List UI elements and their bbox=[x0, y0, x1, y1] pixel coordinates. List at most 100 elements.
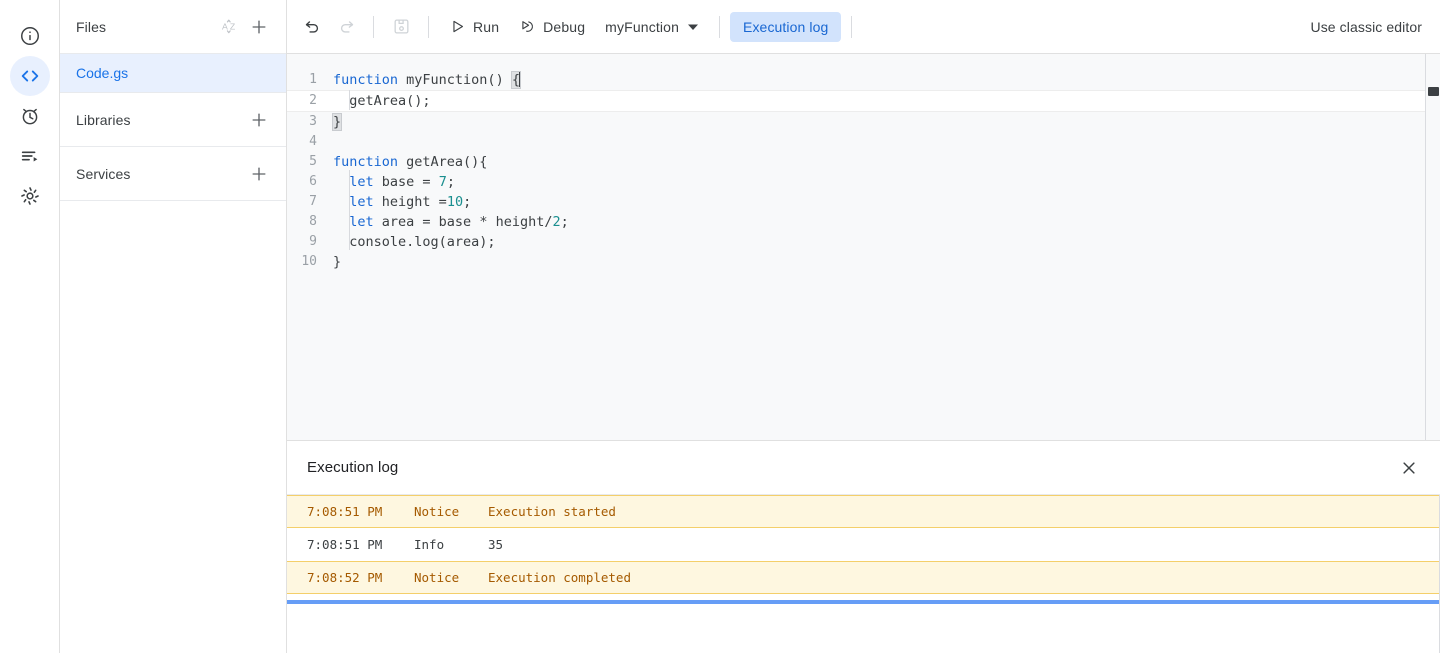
svg-text:Z: Z bbox=[229, 21, 235, 31]
redo-button[interactable] bbox=[329, 10, 363, 44]
editor-vertical-scrollbar[interactable] bbox=[1426, 54, 1440, 440]
use-classic-editor-label: Use classic editor bbox=[1310, 18, 1422, 35]
rail-item-triggers[interactable] bbox=[10, 96, 50, 136]
line-number: 3 bbox=[309, 114, 317, 129]
code-token: height = bbox=[373, 194, 447, 210]
run-button[interactable]: Run bbox=[439, 11, 509, 43]
log-level: Notice bbox=[414, 570, 460, 585]
code-editor[interactable]: 1 function myFunction() {2 getArea(); 3} 4 5… bbox=[287, 54, 1440, 440]
svg-text:A: A bbox=[221, 21, 227, 31]
apps-script-editor-window: Files A Z Code.gs Libraries Services Run… bbox=[0, 0, 1440, 653]
close-x-icon[interactable] bbox=[1394, 453, 1424, 483]
code-token: let bbox=[349, 174, 374, 190]
file-item-label: Code.gs bbox=[76, 65, 129, 81]
code-token: myFunction() bbox=[398, 72, 512, 88]
libraries-panel-header[interactable]: Libraries bbox=[60, 93, 286, 147]
line-number: 9 bbox=[309, 234, 317, 249]
execution-log-header: Execution log bbox=[287, 441, 1440, 495]
rail-item-project-settings[interactable] bbox=[10, 176, 50, 216]
debug-label: Debug bbox=[543, 18, 586, 35]
left-icon-rail bbox=[0, 0, 60, 653]
code-line-text: let height =10; bbox=[333, 192, 471, 212]
chevron-down-icon bbox=[687, 21, 699, 33]
line-number: 2 bbox=[309, 93, 317, 108]
code-token: ; bbox=[463, 194, 472, 210]
line-number: 10 bbox=[301, 254, 317, 269]
code-token: ; bbox=[560, 214, 569, 230]
debug-button[interactable]: Debug bbox=[509, 11, 595, 43]
code-line-text: let base = 7; bbox=[333, 172, 455, 192]
code-line[interactable]: 1 function myFunction() { bbox=[287, 70, 1425, 90]
code-line-text: function getArea(){ bbox=[333, 152, 487, 172]
execution-log-toggle-label: Execution log bbox=[743, 18, 829, 35]
code-token: 2 bbox=[552, 214, 561, 230]
code-line[interactable]: 10} bbox=[287, 252, 1425, 272]
toolbar-divider-4 bbox=[851, 15, 853, 38]
execution-log-title: Execution log bbox=[307, 459, 399, 476]
code-line[interactable]: 2 getArea(); bbox=[287, 90, 1425, 112]
save-button[interactable] bbox=[384, 10, 418, 44]
code-line[interactable]: 7 let height =10; bbox=[287, 192, 1425, 212]
code-line[interactable]: 9 console.log(area); bbox=[287, 232, 1425, 252]
code-line-text: console.log(area); bbox=[333, 232, 495, 252]
undo-button[interactable] bbox=[295, 10, 329, 44]
code-line[interactable]: 5 function getArea(){ bbox=[287, 152, 1425, 172]
log-row: 7:08:51 PM Info 35 bbox=[287, 528, 1439, 561]
log-message: 35 bbox=[488, 537, 504, 552]
log-level: Info bbox=[414, 537, 445, 552]
editor-toolbar: Run Debug myFunction Execution log Use c… bbox=[287, 0, 1440, 54]
code-token: } bbox=[333, 254, 342, 270]
files-panel-title: Files bbox=[76, 18, 107, 35]
code-token: ; bbox=[446, 174, 455, 190]
alarm-clock-icon bbox=[19, 105, 41, 127]
code-token: 10 bbox=[446, 194, 464, 210]
file-item-code-gs[interactable]: Code.gs bbox=[60, 54, 286, 92]
line-number: 6 bbox=[309, 174, 317, 189]
execution-log-panel: Execution log 7:08:51 PM Notice Execution … bbox=[287, 440, 1440, 653]
code-line[interactable]: 3} bbox=[287, 112, 1425, 132]
log-timestamp: 7:08:51 PM bbox=[307, 537, 383, 552]
add-library-plus-icon[interactable] bbox=[246, 107, 272, 133]
info-icon bbox=[19, 25, 41, 47]
files-list: Code.gs bbox=[60, 54, 286, 93]
rail-item-project-overview[interactable] bbox=[10, 16, 50, 56]
add-file-plus-icon[interactable] bbox=[246, 14, 272, 40]
rail-item-editor[interactable] bbox=[9, 56, 50, 96]
sort-az-icon[interactable]: A Z bbox=[216, 14, 242, 40]
rail-item-executions[interactable] bbox=[10, 136, 50, 176]
indent-guide bbox=[349, 90, 350, 110]
use-classic-editor-link[interactable]: Use classic editor bbox=[1310, 19, 1424, 35]
code-line[interactable]: 6 let base = 7; bbox=[287, 172, 1425, 192]
execution-log-rows: 7:08:51 PM Notice Execution started 7:08:51… bbox=[287, 495, 1440, 604]
execution-log-footer bbox=[287, 604, 1440, 653]
function-selector[interactable]: myFunction bbox=[595, 11, 709, 43]
code-token: area = base * height/ bbox=[373, 214, 553, 230]
services-panel-title: Services bbox=[76, 165, 131, 182]
redo-icon bbox=[337, 17, 356, 36]
code-lines-container[interactable]: 1 function myFunction() {2 getArea(); 3} 4 5… bbox=[287, 54, 1425, 272]
run-label: Run bbox=[473, 18, 500, 35]
code-token: getArea(); bbox=[333, 93, 431, 109]
code-line-text: } bbox=[333, 252, 341, 272]
debug-icon bbox=[519, 18, 536, 35]
log-timestamp: 7:08:52 PM bbox=[307, 570, 383, 585]
code-line[interactable]: 8 let area = base * height/2; bbox=[287, 212, 1425, 232]
code-editor-viewport[interactable]: 1 function myFunction() {2 getArea(); 3} 4 5… bbox=[287, 54, 1426, 440]
libraries-panel-title: Libraries bbox=[76, 111, 131, 128]
function-selector-value: myFunction bbox=[605, 18, 680, 35]
line-number: 8 bbox=[309, 214, 317, 229]
log-timestamp: 7:08:51 PM bbox=[307, 504, 383, 519]
log-level: Notice bbox=[414, 504, 460, 519]
line-number: 4 bbox=[309, 134, 317, 149]
line-number: 1 bbox=[309, 72, 317, 87]
code-line-text: } bbox=[331, 112, 343, 132]
log-row: 7:08:51 PM Notice Execution started bbox=[287, 495, 1439, 528]
code-token: function bbox=[333, 154, 399, 170]
execution-log-toggle[interactable]: Execution log bbox=[730, 11, 842, 42]
add-service-plus-icon[interactable] bbox=[246, 161, 272, 187]
services-panel-header[interactable]: Services bbox=[60, 147, 286, 201]
code-line[interactable]: 4 bbox=[287, 132, 1425, 152]
line-number: 5 bbox=[309, 154, 317, 169]
editor-scrollbar-thumb[interactable] bbox=[1428, 87, 1439, 96]
